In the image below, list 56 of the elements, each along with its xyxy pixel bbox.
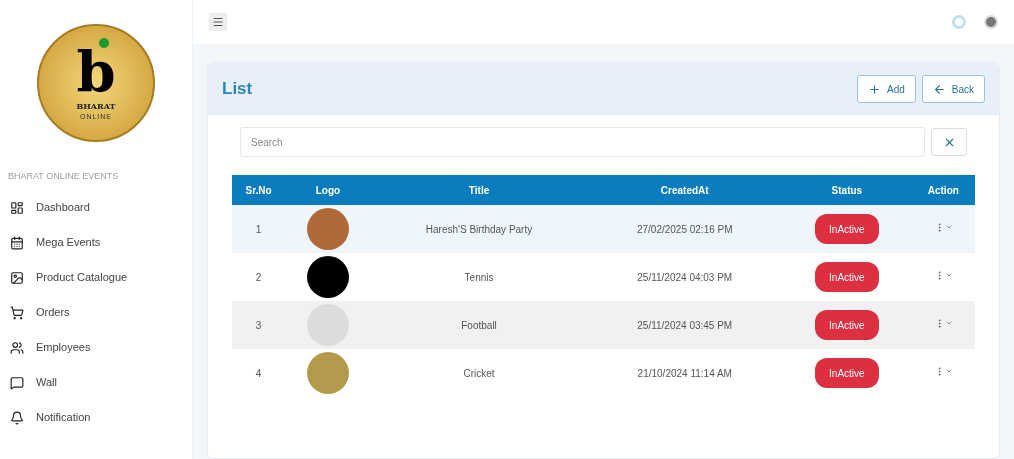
table-cell: Football xyxy=(370,301,588,349)
column-header: CreatedAt xyxy=(587,175,783,205)
caret-icon xyxy=(944,367,953,375)
table-cell: 1 xyxy=(232,205,286,253)
table-cell: 27/02/2025 02:16 PM xyxy=(587,205,783,253)
table-cell: Cricket xyxy=(370,349,588,397)
calendar-icon xyxy=(10,235,24,250)
column-header: Action xyxy=(911,175,975,205)
image-icon xyxy=(10,270,24,285)
menu-button[interactable] xyxy=(209,13,227,31)
sidebar-item[interactable]: Product Catalogue xyxy=(10,269,192,286)
status-badge[interactable]: InActive xyxy=(815,310,879,340)
chat-icon xyxy=(10,375,24,390)
sidebar-item[interactable]: Employees xyxy=(10,339,192,356)
table-cell: Tennis xyxy=(370,253,588,301)
table-cell: 4 xyxy=(232,349,286,397)
photo-placeholder xyxy=(306,352,349,394)
card-title: List xyxy=(222,78,253,101)
caret-icon xyxy=(944,223,953,231)
column-header: Status xyxy=(782,175,912,205)
sidebar-item[interactable]: Wall xyxy=(10,374,192,391)
column-header: Sr.No xyxy=(232,175,286,205)
search-field[interactable]: Search xyxy=(240,127,925,157)
photo-placeholder xyxy=(306,208,349,250)
plus-icon xyxy=(867,82,881,96)
logo-text: BHARAT xyxy=(76,99,116,112)
menu-icon xyxy=(212,16,224,28)
dashboard-icon xyxy=(10,200,24,215)
sidebar-item[interactable]: Notification xyxy=(10,409,192,426)
status-badge[interactable]: InActive xyxy=(815,262,879,292)
column-header: Logo xyxy=(285,175,371,205)
caret-icon xyxy=(944,319,953,327)
header-button[interactable]: Back xyxy=(921,75,985,103)
column-header: Title xyxy=(370,175,588,205)
caret-icon xyxy=(944,271,953,279)
sidebar-item[interactable]: Orders xyxy=(10,304,192,321)
sidebar-item[interactable]: Dashboard xyxy=(10,199,192,216)
table-cell: 3 xyxy=(232,301,286,349)
photo-placeholder xyxy=(306,256,349,298)
table-cell: 2 xyxy=(232,253,286,301)
status-badge[interactable]: InActive xyxy=(815,358,879,388)
clear-button[interactable] xyxy=(931,128,967,156)
logo-letter: b xyxy=(76,43,116,100)
bell-icon xyxy=(10,410,24,425)
arrow-left-icon xyxy=(932,82,946,96)
table-cell: 21/10/2024 11:14 AM xyxy=(587,349,783,397)
sidebar-heading: BHARAT ONLINE EVENTS xyxy=(8,170,120,183)
status-badge[interactable]: InActive xyxy=(815,214,879,244)
cart-icon xyxy=(10,305,24,320)
avatar-icon[interactable] xyxy=(984,15,998,29)
people-icon xyxy=(10,340,24,355)
sidebar-item[interactable]: Mega Events xyxy=(10,234,192,251)
table-cell: 25/11/2024 03:45 PM xyxy=(587,301,783,349)
table-cell: Haresh'S Birthday Party xyxy=(370,205,588,253)
header-button[interactable]: Add xyxy=(856,75,916,103)
table-cell: 25/11/2024 04:03 PM xyxy=(587,253,783,301)
